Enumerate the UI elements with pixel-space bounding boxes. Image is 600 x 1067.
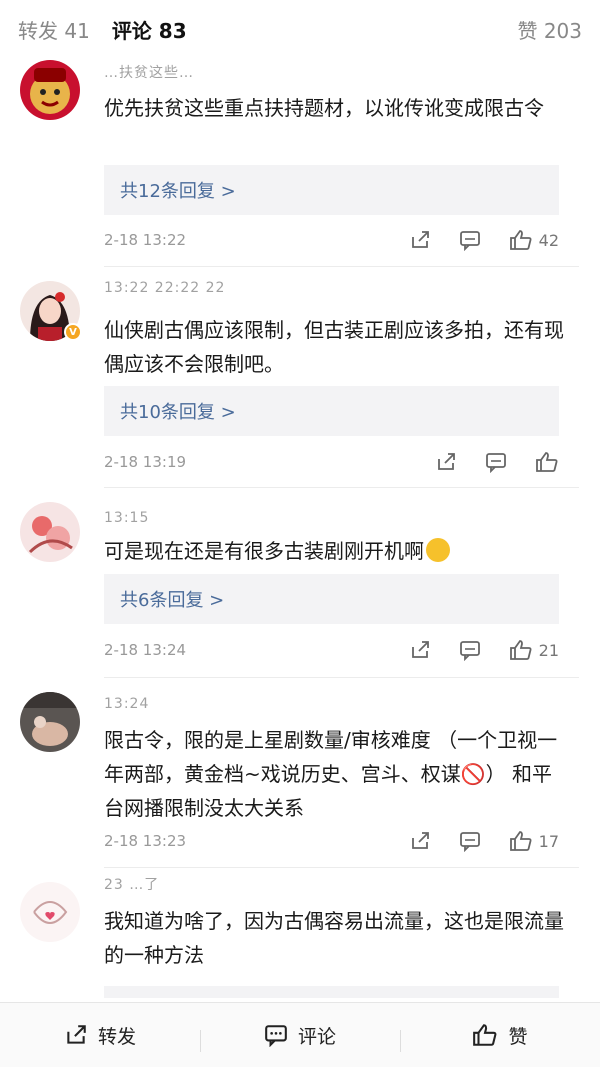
- like-button[interactable]: 17: [509, 830, 559, 852]
- comment-text: 可是现在还是有很多古装剧刚开机啊: [104, 534, 574, 568]
- thumbs-up-icon: [473, 1024, 497, 1046]
- verified-badge: V: [64, 323, 82, 341]
- like-button[interactable]: 42: [509, 229, 559, 251]
- comment-meta: 2-18 13:19: [104, 450, 559, 474]
- comment-icon: [265, 1025, 287, 1047]
- thumbs-up-icon: [536, 452, 558, 472]
- share-icon: [411, 231, 429, 248]
- share-button[interactable]: [409, 229, 431, 251]
- username[interactable]: 23 …了: [104, 874, 159, 894]
- reply-button[interactable]: [459, 830, 481, 852]
- like-count: 21: [538, 640, 559, 660]
- reply-button[interactable]: [459, 639, 481, 661]
- replies-link[interactable]: [104, 986, 559, 998]
- username[interactable]: …扶贫这些…: [104, 62, 194, 82]
- thumbs-up-icon: [509, 640, 532, 660]
- username[interactable]: 13:15: [104, 510, 149, 526]
- repost-label: 转发: [97, 1025, 136, 1048]
- avatar[interactable]: [20, 882, 80, 942]
- comment-meta: 2-18 13:24 21: [104, 638, 559, 662]
- comment-text: 仙侠剧古偶应该限制，但古装正剧应该多拍，还有现偶应该不会限制吧。: [104, 318, 564, 376]
- avatar[interactable]: [20, 692, 80, 752]
- thumbs-up-icon: [509, 831, 532, 851]
- comment-time: 2-18 13:22: [104, 231, 187, 249]
- avatar[interactable]: [20, 60, 80, 120]
- comment-button[interactable]: 评论: [200, 1022, 400, 1052]
- comment-text: 优先扶贫这些重点扶持题材，以讹传讹变成限古令: [104, 96, 544, 120]
- share-button[interactable]: [409, 639, 431, 661]
- comment-text: 我知道为啥了，因为古偶容易出流量，这也是限流量的一种方法: [104, 909, 564, 967]
- replies-link[interactable]: 共12条回复 >: [104, 165, 559, 215]
- share-button[interactable]: [409, 830, 431, 852]
- thumbs-up-icon: [509, 230, 532, 250]
- share-icon: [411, 641, 429, 658]
- comment-tabs: 转发 41 评论 83 赞 203: [0, 0, 600, 58]
- tab-likes[interactable]: 赞 203: [517, 15, 582, 44]
- like-button[interactable]: 赞: [400, 1022, 600, 1052]
- comment-item: 23 …了 我知道为啥了，因为古偶容易出流量，这也是限流量的一种方法: [0, 868, 600, 998]
- username[interactable]: 13:24: [104, 696, 149, 712]
- like-button[interactable]: [535, 451, 559, 473]
- tab-comments[interactable]: 评论 83: [112, 15, 187, 44]
- comment-icon: [459, 641, 480, 661]
- replies-link[interactable]: 共10条回复 >: [104, 386, 559, 436]
- tab-repost[interactable]: 转发 41: [18, 15, 90, 44]
- comment-list: …扶贫这些… 优先扶贫这些重点扶持题材，以讹传讹变成限古令 共12条回复 > 2…: [0, 58, 600, 998]
- like-count: 17: [538, 831, 559, 851]
- comment-item: 13:15 可是现在还是有很多古装剧刚开机啊 共6条回复 > 2-18 13:2…: [0, 488, 600, 678]
- like-count: 42: [538, 230, 559, 250]
- like-label: 赞: [508, 1025, 528, 1048]
- bottom-action-bar: 转发 评论 赞: [0, 1002, 600, 1067]
- divider: [104, 266, 579, 267]
- comment-icon: [459, 231, 480, 251]
- share-icon: [67, 1025, 86, 1044]
- laughing-emoji-icon: [426, 538, 450, 562]
- comment-time: 2-18 13:19: [104, 453, 187, 471]
- share-icon: [438, 453, 455, 470]
- comment-label: 评论: [297, 1025, 336, 1048]
- comment-time: 2-18 13:24: [104, 641, 187, 659]
- comment-icon: [459, 832, 480, 852]
- comment-time: 2-18 13:23: [104, 832, 187, 850]
- reply-button[interactable]: [459, 229, 481, 251]
- avatar[interactable]: [20, 502, 80, 562]
- comment-text: 限古令，限的是上星剧数量/审核难度 （一个卫视一年两部，黄金档~戏说历史、宫斗、…: [104, 728, 558, 820]
- replies-link[interactable]: 共6条回复 >: [104, 574, 559, 624]
- comment-icon: [486, 453, 506, 473]
- comment-meta: 2-18 13:22 42: [104, 228, 559, 252]
- comment-text-content: 可是现在还是有很多古装剧刚开机啊: [104, 539, 424, 563]
- reply-button[interactable]: [485, 451, 507, 473]
- repost-button[interactable]: 转发: [0, 1022, 200, 1049]
- username[interactable]: 13:22 22:22 22: [104, 280, 225, 296]
- share-icon: [411, 832, 429, 849]
- like-button[interactable]: 21: [509, 639, 559, 661]
- comment-meta: 2-18 13:23 17: [104, 829, 559, 853]
- comment-item: 13:24 限古令，限的是上星剧数量/审核难度 （一个卫视一年两部，黄金档~戏说…: [0, 678, 600, 868]
- comment-item: V 13:22 22:22 22 仙侠剧古偶应该限制，但古装正剧应该多拍，还有现…: [0, 268, 600, 488]
- share-button[interactable]: [435, 451, 457, 473]
- comment-item: …扶贫这些… 优先扶贫这些重点扶持题材，以讹传讹变成限古令 共12条回复 > 2…: [0, 58, 600, 268]
